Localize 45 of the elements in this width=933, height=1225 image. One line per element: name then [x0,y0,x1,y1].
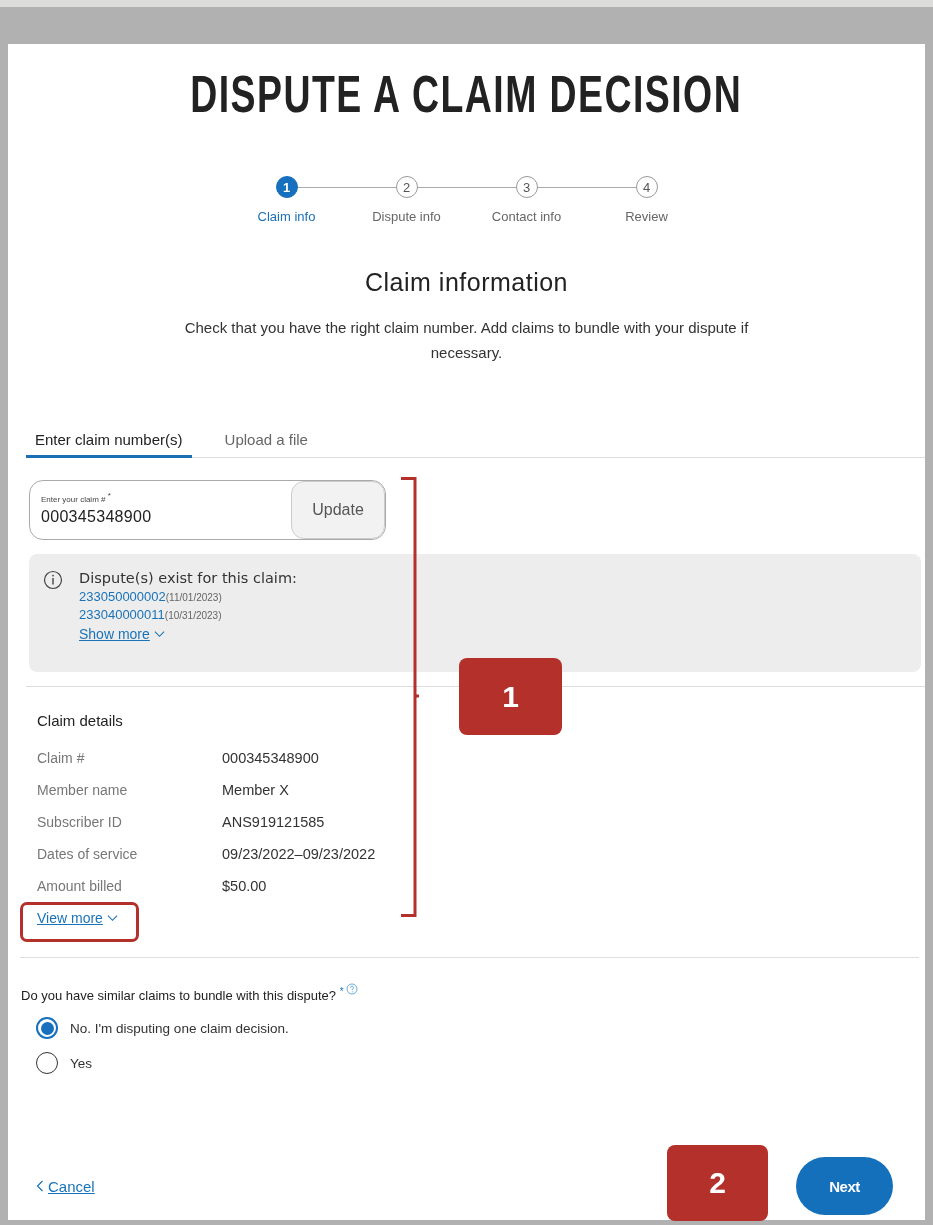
info-icon [43,570,63,590]
detail-value: Member X [222,781,290,800]
option-label: Yes [70,1055,93,1071]
detail-value: ANS919121585 [222,813,326,832]
chevron-down-icon [153,630,165,638]
dispute-link[interactable]: 233040000011 [79,607,165,622]
notice-title: Dispute(s) exist for this claim: [79,570,297,586]
detail-value: $50.00 [222,877,268,896]
chevron-left-icon [36,1180,44,1192]
dispute-link[interactable]: 233050000002 [79,589,166,604]
details-heading: Claim details [37,712,123,729]
detail-label: Subscriber ID [37,813,123,832]
step-label: Claim info [257,209,316,224]
detail-label: Claim # [37,749,86,768]
detail-label: Member name [37,781,129,800]
detail-label: Amount billed [37,877,123,896]
chevron-down-icon [106,914,118,922]
dispute-date: (11/01/2023) [165,592,222,603]
step-number: 2 [395,176,418,198]
step-number: 1 [275,176,298,198]
detail-value: 000345348900 [222,749,320,768]
radio-button[interactable] [36,1017,58,1040]
show-more-link[interactable]: Show more [79,626,297,642]
callout-badge: 1 [459,658,562,735]
step-number: 4 [635,176,658,198]
step-label: Review [625,209,668,224]
field-value: 000345348900 [41,507,153,526]
tab[interactable]: Upload a file [215,431,317,458]
detail-label: Dates of service [37,845,139,864]
step-number: 3 [515,176,538,198]
dispute-date: (10/31/2023) [164,610,222,621]
update-button[interactable]: Update [291,481,385,539]
callout-badge: 2 [667,1145,768,1221]
section-description: Check that you have the right claim number. Add claims to bundle with your dispute if necessary. [183,318,750,363]
view-more-link[interactable]: View more [37,910,118,926]
detail-value: 09/23/2022–09/23/2022 [222,845,377,864]
page-title: DISPUTE A CLAIM DECISION [190,64,743,124]
step-label: Contact info [491,209,562,224]
next-button[interactable]: Next [796,1157,893,1215]
step-label: Dispute info [372,209,441,224]
option-label: No. I'm disputing one claim decision. [70,1020,289,1036]
cancel-link[interactable]: Cancel [36,1177,95,1195]
tab[interactable]: Enter claim number(s) [26,431,192,458]
question-text: Do you have similar claims to bundle with this dispute? $^{*}$ [21,986,344,1004]
section-title: Claim information [364,268,569,297]
